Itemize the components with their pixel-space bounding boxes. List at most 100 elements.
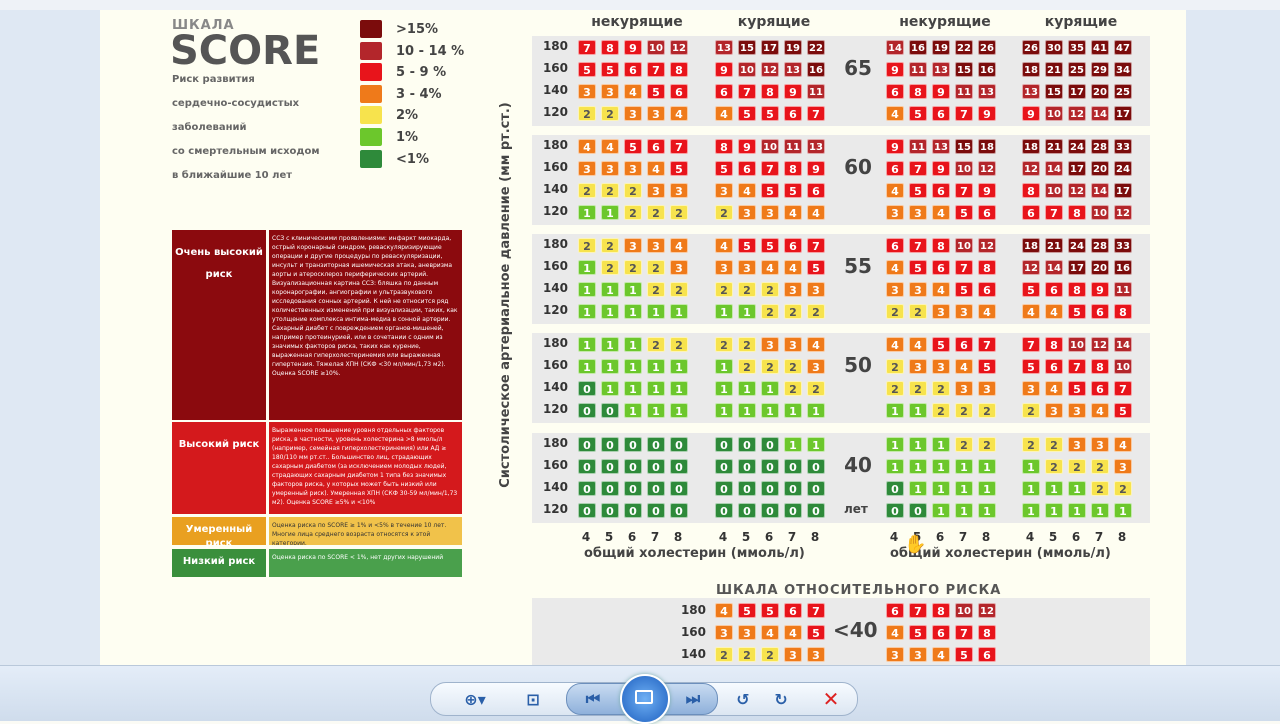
viewer-toolbar: ⊕▾ ⊡ ↺ ↻ ✕ ⏮ ⏭ xyxy=(0,665,1280,724)
cholesterol-tick: 8 xyxy=(1117,530,1127,544)
risk-cell: 0 xyxy=(761,437,779,452)
bp-label: 120 xyxy=(542,402,568,416)
relative-risk-cell: 2 xyxy=(761,647,779,662)
delete-button[interactable]: ✕ xyxy=(817,683,845,715)
risk-cell: 4 xyxy=(1045,381,1063,396)
age-label: 60 xyxy=(844,155,872,179)
risk-cell: 10 xyxy=(1045,106,1063,121)
risk-cell: 1 xyxy=(647,359,665,374)
risk-cell: 7 xyxy=(647,62,665,77)
risk-cell: 8 xyxy=(978,260,996,275)
risk-cell: 6 xyxy=(886,238,904,253)
zoom-button[interactable]: ⊕▾ xyxy=(455,683,495,715)
relative-risk-cell: 5 xyxy=(955,647,973,662)
risk-cell: 2 xyxy=(807,304,825,319)
risk-cell: 0 xyxy=(738,481,756,496)
risk-cell: 1 xyxy=(909,459,927,474)
risk-cell: 2 xyxy=(886,359,904,374)
cholesterol-tick: 6 xyxy=(1071,530,1081,544)
relative-risk-cell: 5 xyxy=(761,603,779,618)
risk-cell: 2 xyxy=(761,359,779,374)
relative-risk-cell: 4 xyxy=(886,625,904,640)
risk-cell: 10 xyxy=(955,161,973,176)
subtitle: Риск развития сердечно-сосудистых заболе… xyxy=(172,68,342,188)
risk-cell: 8 xyxy=(1045,337,1063,352)
risk-cell: 17 xyxy=(1068,84,1086,99)
risk-cell: 17 xyxy=(1068,161,1086,176)
risk-cell: 6 xyxy=(784,106,802,121)
next-icon: ⏭ xyxy=(685,689,701,708)
risk-cell: 1 xyxy=(978,459,996,474)
risk-cell: 6 xyxy=(784,238,802,253)
risk-cell: 2 xyxy=(1022,403,1040,418)
risk-cell: 3 xyxy=(932,304,950,319)
risk-cell: 1 xyxy=(578,205,596,220)
relative-risk-cell: 6 xyxy=(886,603,904,618)
risk-cell: 14 xyxy=(1045,161,1063,176)
risk-cell: 5 xyxy=(955,205,973,220)
risk-cell: 26 xyxy=(978,40,996,55)
risk-cell: 0 xyxy=(624,481,642,496)
risk-cell: 16 xyxy=(978,62,996,77)
risk-cell: 7 xyxy=(1114,381,1132,396)
column-header: некурящие xyxy=(591,14,683,30)
risk-cell: 18 xyxy=(978,139,996,154)
risk-cell: 5 xyxy=(715,161,733,176)
risk-cell: 24 xyxy=(1114,161,1132,176)
risk-cell: 7 xyxy=(978,337,996,352)
relative-risk-cell: 4 xyxy=(761,625,779,640)
bp-label: 140 xyxy=(542,83,568,97)
rotate-left-button[interactable]: ↺ xyxy=(729,683,757,715)
bp-label: 120 xyxy=(542,502,568,516)
risk-cell: 3 xyxy=(601,161,619,176)
risk-cell: 12 xyxy=(1022,161,1040,176)
risk-cell: 3 xyxy=(909,359,927,374)
risk-cell: 1 xyxy=(761,403,779,418)
bp-label: 140 xyxy=(542,281,568,295)
next-button[interactable]: ⏭ xyxy=(679,684,707,714)
previous-button[interactable]: ⏮ xyxy=(579,684,607,714)
risk-cell: 33 xyxy=(1114,238,1132,253)
risk-cell: 6 xyxy=(738,161,756,176)
risk-cell: 2 xyxy=(1022,437,1040,452)
age-label: 50 xyxy=(844,353,872,377)
cholesterol-tick: 4 xyxy=(889,530,899,544)
risk-cell: 4 xyxy=(1114,437,1132,452)
risk-cell: 8 xyxy=(761,84,779,99)
risk-cell: 7 xyxy=(738,84,756,99)
risk-cell: 7 xyxy=(1022,337,1040,352)
risk-cell: 6 xyxy=(932,183,950,198)
rotate-right-button[interactable]: ↻ xyxy=(767,683,795,715)
risk-cell: 10 xyxy=(1114,359,1132,374)
risk-cell: 12 xyxy=(1068,106,1086,121)
risk-cell: 5 xyxy=(909,260,927,275)
risk-cell: 12 xyxy=(1114,205,1132,220)
risk-cell: 3 xyxy=(1068,403,1086,418)
risk-cell: 4 xyxy=(932,282,950,297)
risk-cell: 3 xyxy=(1022,381,1040,396)
top-border xyxy=(0,0,1280,10)
legend-swatch xyxy=(360,149,382,168)
risk-cell: 15 xyxy=(738,40,756,55)
risk-cell: 5 xyxy=(1022,359,1040,374)
bp-label: 180 xyxy=(542,237,568,251)
risk-cell: 1 xyxy=(932,459,950,474)
risk-cell: 5 xyxy=(578,62,596,77)
risk-cell: 1 xyxy=(738,403,756,418)
risk-cell: 1 xyxy=(955,481,973,496)
cholesterol-tick: 6 xyxy=(627,530,637,544)
risk-cell: 3 xyxy=(578,84,596,99)
risk-cell: 4 xyxy=(784,205,802,220)
actual-size-button[interactable]: ⊡ xyxy=(519,683,547,715)
risk-cell: 13 xyxy=(932,139,950,154)
risk-cell: 2 xyxy=(715,205,733,220)
risk-cell: 21 xyxy=(1045,62,1063,77)
risk-cell: 17 xyxy=(1114,183,1132,198)
bp-label: 160 xyxy=(680,625,706,639)
relative-risk-cell: 3 xyxy=(738,625,756,640)
risk-cell: 1 xyxy=(932,437,950,452)
risk-cell: 6 xyxy=(955,337,973,352)
slideshow-button[interactable] xyxy=(620,674,670,724)
risk-category: Умеренный риск Оценка риска по SCORE ≥ 1%… xyxy=(172,517,462,549)
relative-risk-cell: 3 xyxy=(886,647,904,662)
